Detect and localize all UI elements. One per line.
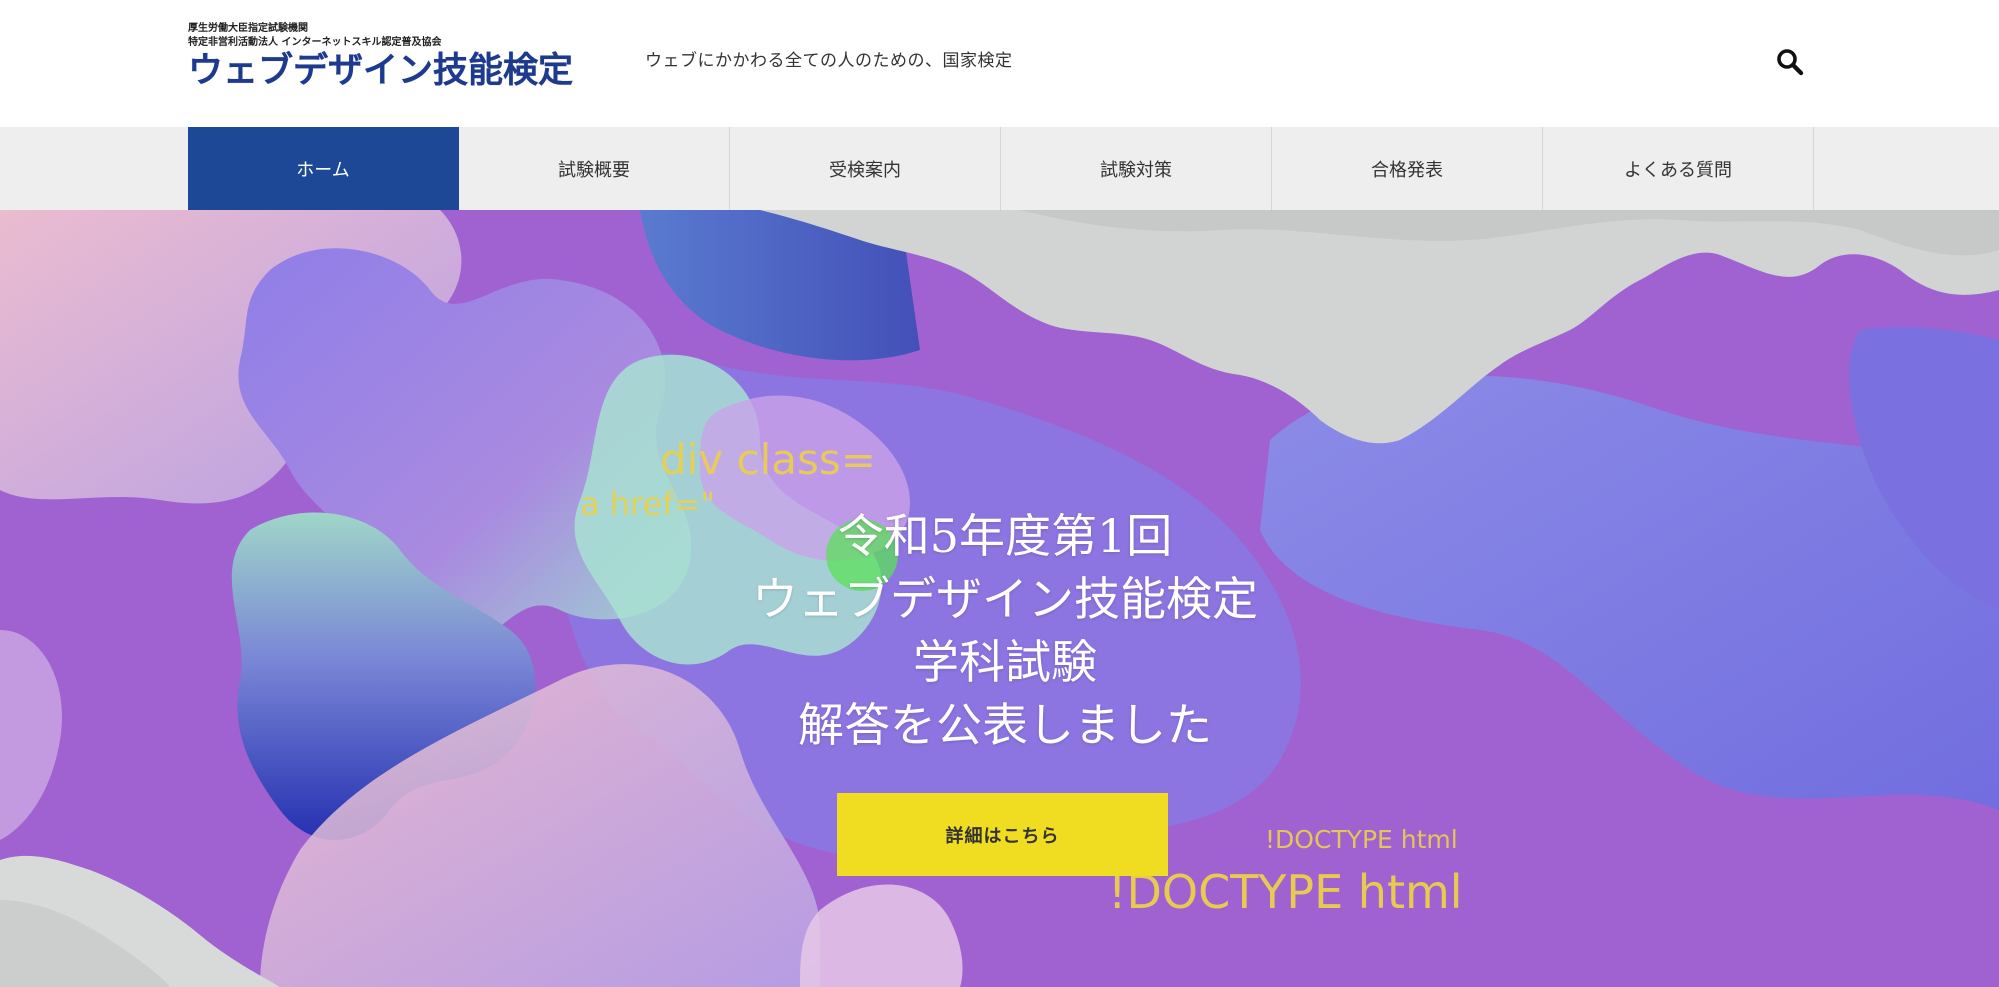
logo-wordmark: ウェブデザイン技能検定 [188,51,574,91]
site-logo[interactable]: 厚生労働大臣指定試験機関 特定非営利活動法人 インターネットスキル認定普及協会 … [188,22,608,94]
org-name-line1: 厚生労働大臣指定試験機関 [188,23,308,34]
hero-headline-line1: 令和5年度第1回 [837,509,1173,563]
site-header: 厚生労働大臣指定試験機関 特定非営利活動法人 インターネットスキル認定普及協会 … [0,0,1999,127]
hero-headline-line4: 解答を公表しました [798,698,1212,752]
nav-item-exam-overview[interactable]: 試験概要 [459,127,730,210]
hero-headline-line3: 学科試験 [913,635,1097,689]
hero-headline: 令和5年度第1回 ウェブデザイン技能検定 学科試験 解答を公表しました [640,505,1370,757]
global-nav: ホーム 試験概要 受検案内 試験対策 合格発表 よくある質問 [0,127,1999,210]
nav-item-faq[interactable]: よくある質問 [1543,127,1814,210]
hero-headline-line2: ウェブデザイン技能検定 [752,572,1258,626]
org-name-line2: 特定非営利活動法人 インターネットスキル認定普及協会 [188,37,442,48]
details-button[interactable]: 詳細はこちら [837,793,1168,876]
site-tagline: ウェブにかかわる全ての人のための、国家検定 [645,51,1013,71]
code-snippet-doctype-small: !DOCTYPE html [1265,825,1458,854]
search-icon[interactable] [1776,48,1804,76]
nav-item-results[interactable]: 合格発表 [1272,127,1543,210]
nav-item-exam-guide[interactable]: 受検案内 [730,127,1001,210]
hero-banner: div class= a href=" !DOCTYPE html !DOCTY… [0,210,1999,987]
nav-item-home[interactable]: ホーム [188,127,459,210]
code-snippet-div-class: div class= [660,435,876,484]
nav-item-exam-prep[interactable]: 試験対策 [1001,127,1272,210]
